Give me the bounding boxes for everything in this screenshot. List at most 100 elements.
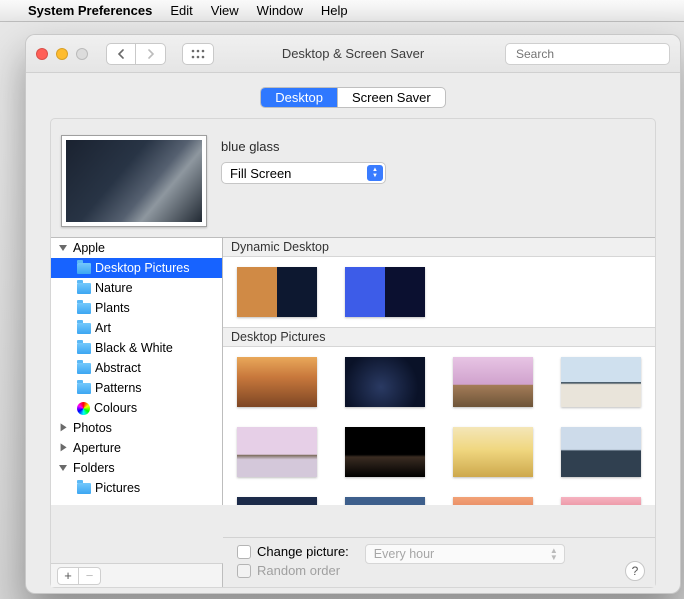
tree-folders[interactable]: Folders	[51, 458, 222, 478]
nav-buttons	[106, 43, 166, 65]
thumb-dynamic-mojave[interactable]	[237, 267, 317, 317]
folder-icon	[77, 343, 91, 354]
tree-desktop-pictures[interactable]: Desktop Pictures	[51, 258, 222, 278]
folder-icon	[77, 483, 91, 494]
tree-colours[interactable]: Colours	[51, 398, 222, 418]
remove-folder-button: −	[79, 567, 101, 585]
thumb-salt-flats[interactable]	[561, 357, 641, 407]
folder-icon	[77, 283, 91, 294]
thumbnail-area[interactable]: Dynamic Desktop Desktop Pictures	[223, 238, 655, 505]
thumb-mojave-night[interactable]	[345, 357, 425, 407]
tree-aperture[interactable]: Aperture	[51, 438, 222, 458]
tree-label: Black & White	[95, 341, 173, 355]
change-interval-select: Every hour ▲▼	[365, 544, 565, 564]
section-dynamic-desktop: Dynamic Desktop	[223, 238, 655, 257]
tree-label: Abstract	[95, 361, 141, 375]
traffic-lights	[36, 48, 88, 60]
search-input[interactable]	[516, 47, 671, 61]
tree-label: Desktop Pictures	[95, 261, 189, 275]
tree-plants[interactable]: Plants	[51, 298, 222, 318]
chevron-right-icon	[147, 49, 155, 59]
tabs-row: Desktop Screen Saver	[26, 73, 680, 118]
thumb-partial-2[interactable]	[345, 497, 425, 505]
menu-help[interactable]: Help	[321, 3, 348, 18]
tree-label: Apple	[73, 241, 105, 255]
folder-icon	[77, 323, 91, 334]
tree-label: Art	[95, 321, 111, 335]
prefs-window: Desktop & Screen Saver Desktop Screen Sa…	[25, 34, 681, 594]
tree-nature[interactable]: Nature	[51, 278, 222, 298]
grid-icon	[191, 49, 205, 59]
search-field-wrap[interactable]	[505, 43, 670, 65]
menu-view[interactable]: View	[211, 3, 239, 18]
split-area: Apple Desktop Pictures Nature Plants Art…	[51, 237, 655, 505]
dynamic-thumbs	[223, 257, 655, 327]
help-button[interactable]: ?	[625, 561, 645, 581]
menu-edit[interactable]: Edit	[170, 3, 192, 18]
fit-mode-select[interactable]: Fill Screen ▲▼	[221, 162, 386, 184]
preview-info: blue glass Fill Screen ▲▼	[221, 135, 386, 184]
folder-icon	[77, 363, 91, 374]
wallpaper-image	[66, 140, 202, 222]
close-button[interactable]	[36, 48, 48, 60]
wallpaper-name: blue glass	[221, 139, 386, 154]
current-wallpaper-preview	[61, 135, 207, 227]
tree-label: Plants	[95, 301, 130, 315]
tree-label: Nature	[95, 281, 133, 295]
disclosure-right-icon	[61, 423, 67, 431]
tab-screen-saver[interactable]: Screen Saver	[337, 88, 445, 107]
desktop-panel: blue glass Fill Screen ▲▼ Apple Desktop …	[50, 118, 656, 588]
tree-photos[interactable]: Photos	[51, 418, 222, 438]
show-all-button[interactable]	[182, 43, 214, 65]
minimize-button[interactable]	[56, 48, 68, 60]
disclosure-down-icon	[59, 245, 67, 251]
tree-patterns[interactable]: Patterns	[51, 378, 222, 398]
preview-row: blue glass Fill Screen ▲▼	[51, 129, 655, 237]
app-name-menu[interactable]: System Preferences	[28, 3, 152, 18]
change-picture-label: Change picture:	[257, 544, 349, 559]
forward-button[interactable]	[136, 43, 166, 65]
tree-black-white[interactable]: Black & White	[51, 338, 222, 358]
thumb-sea-cliff[interactable]	[561, 427, 641, 477]
thumb-rock-sea[interactable]	[237, 427, 317, 477]
tree-label: Photos	[73, 421, 112, 435]
tree-abstract[interactable]: Abstract	[51, 358, 222, 378]
thumb-partial-3[interactable]	[453, 497, 533, 505]
folder-icon	[77, 383, 91, 394]
tree-label: Pictures	[95, 481, 140, 495]
tree-label: Aperture	[73, 441, 121, 455]
desktop-thumbs	[223, 347, 655, 505]
thumb-dune-gold[interactable]	[453, 427, 533, 477]
random-order-label: Random order	[257, 563, 340, 578]
tree-footer: + −	[51, 563, 223, 587]
folder-icon	[77, 303, 91, 314]
source-tree[interactable]: Apple Desktop Pictures Nature Plants Art…	[51, 238, 223, 505]
tree-pictures-folder[interactable]: Pictures	[51, 478, 222, 498]
menubar: System Preferences Edit View Window Help	[0, 0, 684, 22]
tab-desktop[interactable]: Desktop	[261, 88, 337, 107]
change-picture-checkbox[interactable]	[237, 545, 251, 559]
thumb-dynamic-solar[interactable]	[345, 267, 425, 317]
disclosure-right-icon	[61, 443, 67, 451]
thumb-desert-rock[interactable]	[453, 357, 533, 407]
thumb-mojave-day[interactable]	[237, 357, 317, 407]
interval-value: Every hour	[374, 547, 434, 561]
colorwheel-icon	[77, 402, 90, 415]
zoom-button	[76, 48, 88, 60]
thumb-partial-1[interactable]	[237, 497, 317, 505]
menu-window[interactable]: Window	[257, 3, 303, 18]
random-order-row: Random order	[237, 563, 349, 578]
back-button[interactable]	[106, 43, 136, 65]
tab-control: Desktop Screen Saver	[260, 87, 445, 108]
section-desktop-pictures: Desktop Pictures	[223, 327, 655, 347]
tree-apple[interactable]: Apple	[51, 238, 222, 258]
tree-label: Colours	[94, 401, 137, 415]
tree-art[interactable]: Art	[51, 318, 222, 338]
change-picture-row: Change picture:	[237, 544, 349, 559]
options-row: Change picture: Random order Every hour …	[223, 537, 655, 587]
add-folder-button[interactable]: +	[57, 567, 79, 585]
thumb-city-night[interactable]	[345, 427, 425, 477]
random-order-checkbox	[237, 564, 251, 578]
dropdown-stepper-icon: ▲▼	[367, 165, 383, 181]
thumb-partial-4[interactable]	[561, 497, 641, 505]
